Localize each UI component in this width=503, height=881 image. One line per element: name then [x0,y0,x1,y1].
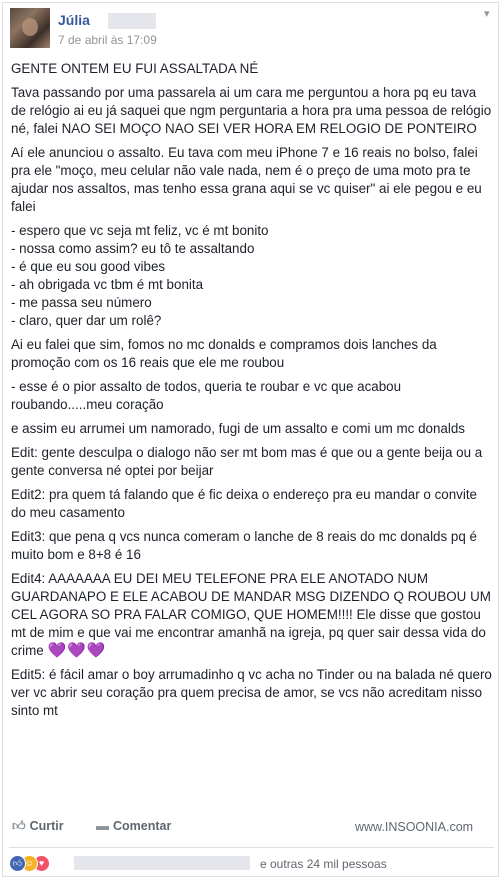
post-paragraph: Tava passando por uma passarela ai um ca… [11,85,492,136]
like-button[interactable]: 👍︎ Curtir [12,818,64,834]
post-body: GENTE ONTEM EU FUI ASSALTADA NÉ Tava pas… [11,60,493,726]
like-label: Curtir [29,819,64,833]
comment-button[interactable]: ▬ Comentar [96,818,171,833]
avatar[interactable] [10,8,50,48]
post-paragraph: e assim eu arrumei um namorado, fugi de … [11,421,465,436]
divider [9,847,494,848]
post-paragraph: - esse é o pior assalto de todos, queria… [11,379,402,412]
post-header: Júlia 7 de abril às 17:09 ▾ [10,8,490,52]
post-actions: 👍︎ Curtir ▬ Comentar www.INSOONIA.com [3,808,498,844]
reaction-summary[interactable]: e outras 24 mil pessoas [260,857,387,871]
post-paragraph: Aí ele anunciou o assalto. Eu tava com m… [11,145,482,214]
reactions-bar[interactable]: 👍︎ ☺ ♥ e outras 24 mil pessoas [9,851,494,875]
like-reaction-icon[interactable]: 👍︎ [9,855,26,872]
thumbs-up-icon: 👍︎ [12,818,26,833]
author-name[interactable]: Júlia [58,12,90,28]
dialogue-line: - nossa como assim? eu tô te assaltando [11,241,255,256]
edit-paragraph-4: Edit4: AAAAAAA EU DEI MEU TELEFONE PRA E… [11,570,493,660]
edit-paragraph: Edit3: que pena q vcs nunca comeram o la… [11,529,477,562]
dialogue-line: - espero que vc seja mt feliz, vc é mt b… [11,223,269,238]
edit-paragraph: Edit: gente desculpa o dialogo não ser m… [11,445,483,478]
dialogue-line: - claro, quer dar um rolê? [11,313,162,328]
redacted-surname [108,13,156,29]
dialogue-line: - me passa seu número [11,295,152,310]
edit-paragraph: Edit2: pra quem tá falando que é fic dei… [11,487,477,520]
post-timestamp[interactable]: 7 de abril às 17:09 [58,33,157,47]
dialogue-line: - ah obrigada vc tbm é mt bonita [11,277,204,292]
chevron-down-icon[interactable]: ▾ [484,7,490,20]
dialogue-list: - espero que vc seja mt feliz, vc é mt b… [11,222,493,330]
purple-heart-icons: 💜💜💜 [47,642,107,659]
edit-paragraph: Edit5: é fácil amar o boy arrumadinho q … [11,667,492,718]
post-paragraph: GENTE ONTEM EU FUI ASSALTADA NÉ [11,61,259,76]
facebook-post: Júlia 7 de abril às 17:09 ▾ GENTE ONTEM … [2,2,499,877]
comment-label: Comentar [113,819,172,833]
post-paragraph: Ai eu falei que sim, fomos no mc donalds… [11,337,437,370]
redacted-names [74,856,250,870]
watermark: www.INSOONIA.com [355,820,474,834]
dialogue-line: - é que eu sou good vibes [11,259,166,274]
speech-bubble-icon: ▬ [96,818,109,833]
